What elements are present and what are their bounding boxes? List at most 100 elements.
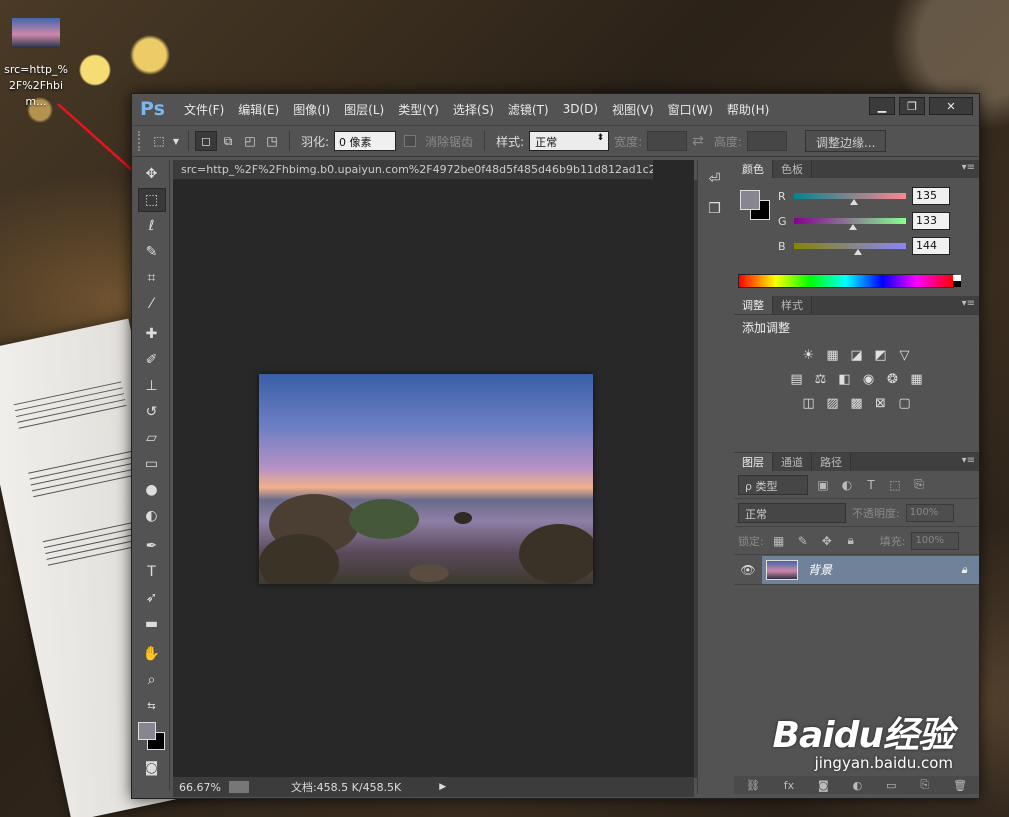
channel-mixer-icon[interactable]: ❂ — [884, 370, 902, 388]
red-slider-knob[interactable] — [850, 199, 858, 205]
document-tab[interactable]: src=http_%2F%2Fhbimg.b0.upaiyun.com%2F49… — [173, 160, 653, 180]
quick-mask-icon[interactable]: ◙ — [138, 756, 166, 780]
blend-mode-select[interactable]: 正常 — [738, 502, 846, 523]
new-selection-icon[interactable]: ◻ — [195, 131, 217, 151]
history-panel-icon[interactable]: ⏎ — [703, 168, 727, 190]
type-filter-icon[interactable]: T — [862, 478, 880, 492]
menu-type[interactable]: 类型(Y) — [391, 101, 446, 118]
swap-dimensions-icon[interactable]: ⇄ — [687, 133, 709, 149]
swap-colors-icon[interactable]: ⇆ — [138, 694, 166, 718]
healing-brush-tool-icon[interactable]: ✚ — [138, 322, 166, 346]
history-brush-tool-icon[interactable]: ↺ — [138, 400, 166, 424]
3d-panel-icon[interactable]: ❒ — [703, 198, 727, 220]
photo-filter-icon[interactable]: ◉ — [860, 370, 878, 388]
rectangle-shape-tool-icon[interactable]: ▬ — [138, 612, 166, 636]
lock-all-icon[interactable]: 🔒︎ — [842, 533, 860, 548]
add-mask-icon[interactable]: ◙ — [818, 779, 829, 792]
zoom-level[interactable]: 66.67% — [179, 781, 221, 794]
status-arrow-icon[interactable]: ▶ — [439, 782, 446, 792]
lock-transparency-icon[interactable]: ▦ — [770, 534, 788, 548]
brush-tool-icon[interactable]: ✐ — [138, 348, 166, 372]
menu-window[interactable]: 窗口(W) — [661, 101, 720, 118]
panel-menu-icon[interactable]: ▾≡ — [962, 455, 975, 466]
new-adjustment-icon[interactable]: ◐ — [853, 779, 863, 792]
zoom-tool-icon[interactable]: ⌕ — [138, 668, 166, 692]
menu-edit[interactable]: 编辑(E) — [231, 101, 286, 118]
panel-menu-icon[interactable]: ▾≡ — [962, 162, 975, 173]
menu-image[interactable]: 图像(I) — [286, 101, 337, 118]
foreground-color-swatch[interactable] — [137, 722, 156, 740]
layer-body[interactable]: 背景 🔒︎ — [762, 555, 979, 584]
menu-layer[interactable]: 图层(L) — [337, 101, 391, 118]
delete-layer-icon[interactable]: 🗑︎ — [953, 779, 967, 792]
clone-stamp-tool-icon[interactable]: ⊥ — [138, 374, 166, 398]
opacity-input[interactable]: 100% — [905, 503, 954, 522]
intersect-selection-icon[interactable]: ◳ — [261, 131, 283, 151]
adjustment-filter-icon[interactable]: ◐ — [838, 478, 856, 492]
gradient-map-icon[interactable]: ▢ — [896, 394, 914, 412]
add-selection-icon[interactable]: ⧉ — [217, 131, 239, 151]
lock-position-icon[interactable]: ✥ — [818, 534, 836, 548]
layer-name[interactable]: 背景 — [808, 561, 832, 578]
minimize-button[interactable]: ▁ — [869, 97, 895, 115]
type-tool-icon[interactable]: T — [138, 560, 166, 584]
menu-view[interactable]: 视图(V) — [605, 101, 661, 118]
link-layers-icon[interactable]: ⛓ — [746, 779, 760, 792]
blur-tool-icon[interactable]: ● — [138, 478, 166, 502]
color-swatches[interactable] — [136, 720, 168, 754]
visibility-eye-icon[interactable]: 👁︎ — [734, 563, 762, 577]
menu-help[interactable]: 帮助(H) — [720, 101, 776, 118]
threshold-icon[interactable]: ▩ — [848, 394, 866, 412]
dodge-tool-icon[interactable]: ◐ — [138, 504, 166, 528]
lasso-tool-icon[interactable]: ℓ — [138, 214, 166, 238]
black-white-icon[interactable]: ◧ — [836, 370, 854, 388]
close-button[interactable]: ✕ — [929, 97, 973, 115]
width-input[interactable] — [647, 131, 688, 151]
tab-layers[interactable]: 图层 — [734, 453, 773, 471]
curves-icon[interactable]: ◪ — [848, 346, 866, 364]
color-spectrum-bar[interactable] — [738, 274, 961, 288]
move-tool-icon[interactable]: ✥ — [138, 162, 166, 186]
pen-tool-icon[interactable]: ✒ — [138, 534, 166, 558]
hand-tool-icon[interactable]: ✋ — [138, 642, 166, 666]
height-input[interactable] — [746, 131, 787, 151]
invert-icon[interactable]: ◫ — [800, 394, 818, 412]
maximize-button[interactable]: ❐ — [899, 97, 925, 115]
menu-3d[interactable]: 3D(D) — [556, 102, 605, 116]
color-balance-icon[interactable]: ⚖ — [812, 370, 830, 388]
vibrance-icon[interactable]: ▽ — [896, 346, 914, 364]
layer-style-icon[interactable]: fx — [784, 779, 794, 792]
red-value-input[interactable]: 135 — [912, 187, 950, 205]
desktop-file-icon[interactable]: src=http_%2F%2Fhbim... — [0, 18, 72, 110]
tab-swatches[interactable]: 色板 — [773, 160, 812, 178]
menu-file[interactable]: 文件(F) — [177, 101, 231, 118]
pixel-filter-icon[interactable]: ▣ — [814, 478, 832, 492]
options-grip[interactable] — [138, 131, 142, 151]
antialias-checkbox[interactable] — [404, 135, 417, 147]
tab-adjustments[interactable]: 调整 — [734, 296, 773, 314]
new-group-icon[interactable]: ▭ — [886, 779, 896, 792]
blue-slider[interactable] — [794, 243, 906, 255]
layer-row[interactable]: 👁︎ 背景 🔒︎ — [734, 555, 979, 585]
hue-saturation-icon[interactable]: ▤ — [788, 370, 806, 388]
exposure-icon[interactable]: ◩ — [872, 346, 890, 364]
blue-slider-knob[interactable] — [854, 249, 862, 255]
subtract-selection-icon[interactable]: ◰ — [239, 131, 261, 151]
tab-color[interactable]: 颜色 — [734, 160, 773, 178]
eraser-tool-icon[interactable]: ▱ — [138, 426, 166, 450]
smart-object-filter-icon[interactable]: ⎘ — [910, 477, 928, 492]
color-lookup-icon[interactable]: ▦ — [908, 370, 926, 388]
eyedropper-tool-icon[interactable]: ⁄ — [138, 292, 166, 316]
rect-marquee-preset-icon[interactable]: ⬚ — [148, 131, 170, 151]
layer-filter-select[interactable]: ρ 类型 — [738, 474, 808, 495]
refine-edge-button[interactable]: 调整边缘... — [804, 130, 887, 152]
green-value-input[interactable]: 133 — [912, 212, 950, 230]
green-slider[interactable] — [794, 218, 906, 230]
quick-select-tool-icon[interactable]: ✎ — [138, 240, 166, 264]
canvas-image[interactable] — [259, 374, 593, 584]
fill-input[interactable]: 100% — [911, 531, 960, 550]
brightness-contrast-icon[interactable]: ☀ — [800, 346, 818, 364]
red-slider[interactable] — [794, 193, 906, 205]
style-select[interactable]: 正常 ⬍ — [529, 131, 610, 151]
tab-styles[interactable]: 样式 — [773, 296, 812, 314]
